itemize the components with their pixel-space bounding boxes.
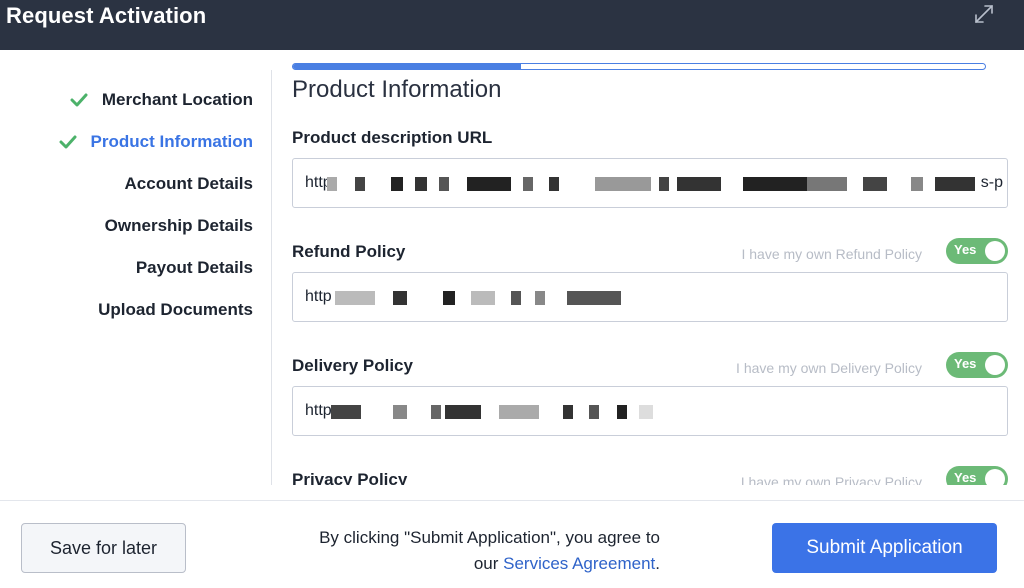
window-title: Request Activation (6, 3, 207, 28)
sidebar-item-upload-documents[interactable]: Upload Documents (98, 298, 253, 322)
privacy-policy-label: Privacy Policy (292, 470, 408, 485)
sidebar-item-label: Merchant Location (101, 90, 253, 109)
section-title: Product Information (292, 76, 502, 103)
expand-arrows-icon[interactable] (972, 2, 996, 26)
sidebar-item-product-information[interactable]: Product Information (59, 130, 253, 154)
agreement-prefix: our (473, 554, 499, 573)
sidebar-item-label: Product Information (90, 132, 253, 151)
submit-application-button[interactable]: Submit Application (772, 523, 997, 573)
sidebar-item-label: Upload Documents (98, 300, 253, 319)
product-url-input[interactable]: http s-p (292, 158, 1008, 208)
footer-bar: Save for later By clicking "Submit Appli… (0, 500, 1024, 588)
toggle-knob (985, 469, 1005, 485)
redacted-text (327, 405, 1007, 419)
services-agreement-link[interactable]: Services Agreement (503, 554, 655, 573)
toggle-state: Yes (954, 242, 977, 257)
progress-fill (293, 64, 522, 69)
delivery-policy-toggle-label: I have my own Delivery Policy (736, 360, 922, 376)
sidebar-item-payout-details[interactable]: Payout Details (136, 256, 253, 280)
refund-policy-label: Refund Policy (292, 242, 406, 261)
sidebar-item-account-details[interactable]: Account Details (125, 172, 253, 196)
redacted-text (327, 291, 1007, 305)
delivery-policy-toggle[interactable]: Yes (946, 352, 1008, 378)
sidebar-item-label: Ownership Details (104, 216, 253, 235)
privacy-policy-toggle-label: I have my own Privacy Policy (740, 474, 922, 485)
delivery-policy-input[interactable]: http (292, 386, 1008, 436)
sidebar-item-ownership-details[interactable]: Ownership Details (105, 214, 253, 238)
refund-policy-toggle[interactable]: Yes (946, 238, 1008, 264)
refund-policy-toggle-label: I have my own Refund Policy (741, 246, 922, 262)
toggle-state: Yes (954, 356, 977, 371)
check-icon (70, 93, 88, 107)
toggle-knob (985, 241, 1005, 261)
toggle-state: Yes (954, 470, 977, 485)
title-bar: Request Activation (0, 0, 1024, 50)
product-url-label: Product description URL (292, 128, 493, 147)
agreement-text: By clicking "Submit Application", you ag… (319, 528, 660, 547)
toggle-knob (985, 355, 1005, 375)
refund-policy-input[interactable]: http (292, 272, 1008, 322)
redacted-text (327, 177, 1007, 191)
sidebar-item-merchant-location[interactable]: Merchant Location (70, 88, 253, 112)
sidebar-item-label: Payout Details (135, 258, 253, 277)
save-for-later-button[interactable]: Save for later (21, 523, 186, 573)
product-url-value-end: s-p (980, 174, 1003, 191)
check-icon (59, 135, 77, 149)
delivery-policy-label: Delivery Policy (292, 356, 413, 375)
product-information-form: Product Information Product description … (292, 50, 1010, 485)
sidebar-item-label: Account Details (124, 174, 253, 193)
progress-bar (292, 63, 986, 70)
steps-sidebar: Merchant Location Product Information Ac… (0, 70, 272, 485)
privacy-policy-toggle[interactable]: Yes (946, 466, 1008, 485)
agreement-suffix: . (655, 554, 660, 573)
agreement-notice: By clicking "Submit Application", you ag… (280, 525, 660, 577)
